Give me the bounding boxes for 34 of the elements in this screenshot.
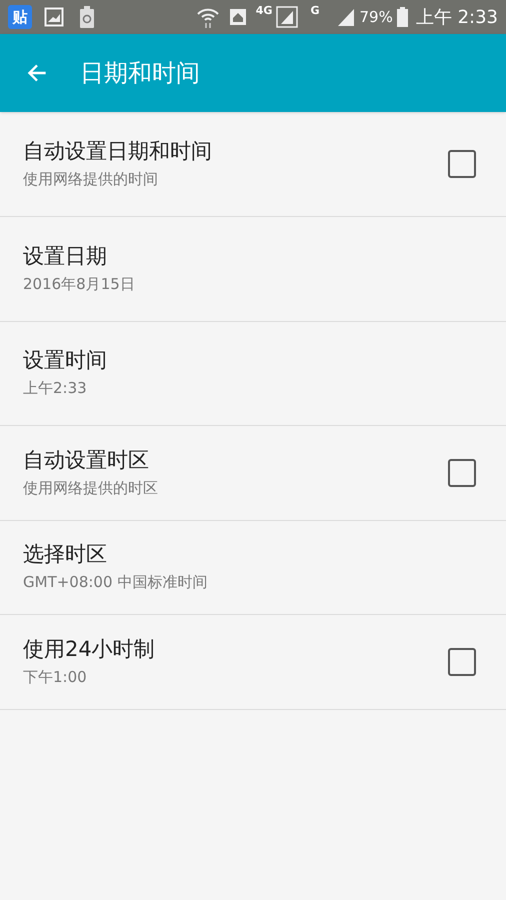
checkbox[interactable] — [448, 648, 476, 676]
network-type-label: G — [310, 3, 320, 19]
checkbox[interactable] — [448, 150, 476, 178]
battery-icon — [396, 7, 408, 27]
settings-item[interactable]: 自动设置时区 使用网络提供的时区 — [0, 426, 506, 521]
setting-title: 使用24小时制 — [23, 636, 156, 662]
app-notification-icon: 贴 — [8, 5, 32, 29]
setting-title: 自动设置日期和时间 — [23, 138, 213, 164]
setting-summary: 上午2:33 — [23, 378, 88, 400]
setting-title: 设置日期 — [23, 242, 108, 269]
checkbox[interactable] — [448, 459, 476, 487]
setting-summary: 2016年8月15日 — [23, 274, 136, 295]
signal-icon — [336, 7, 356, 27]
page-title: 日期和时间 — [80, 58, 200, 89]
setting-title: 设置时间 — [23, 347, 108, 374]
settings-item[interactable]: 选择时区 GMT+08:00 中国标准时间 — [0, 521, 506, 615]
setting-title: 自动设置时区 — [23, 446, 150, 473]
settings-item[interactable]: 使用24小时制 下午1:00 — [0, 615, 506, 710]
network-type-label: 4G — [256, 3, 272, 19]
setting-summary: 下午1:00 — [23, 666, 88, 688]
wifi-icon — [196, 6, 220, 28]
setting-summary: GMT+08:00 中国标准时间 — [23, 572, 208, 594]
signal-icon — [276, 6, 298, 28]
image-icon — [44, 7, 64, 27]
battery-saver-icon — [80, 6, 94, 28]
settings-item[interactable]: 设置日期 2016年8月15日 — [0, 217, 506, 322]
home-icon — [228, 7, 248, 27]
battery-percentage: 79% — [360, 6, 393, 28]
setting-summary: 使用网络提供的时间 — [23, 168, 159, 190]
setting-summary: 使用网络提供的时区 — [23, 478, 159, 499]
settings-item[interactable]: 设置时间 上午2:33 — [0, 322, 506, 426]
settings-item[interactable]: 自动设置日期和时间 使用网络提供的时间 — [0, 112, 506, 217]
setting-title: 选择时区 — [23, 541, 108, 568]
clock: 上午 2:33 — [416, 6, 498, 30]
